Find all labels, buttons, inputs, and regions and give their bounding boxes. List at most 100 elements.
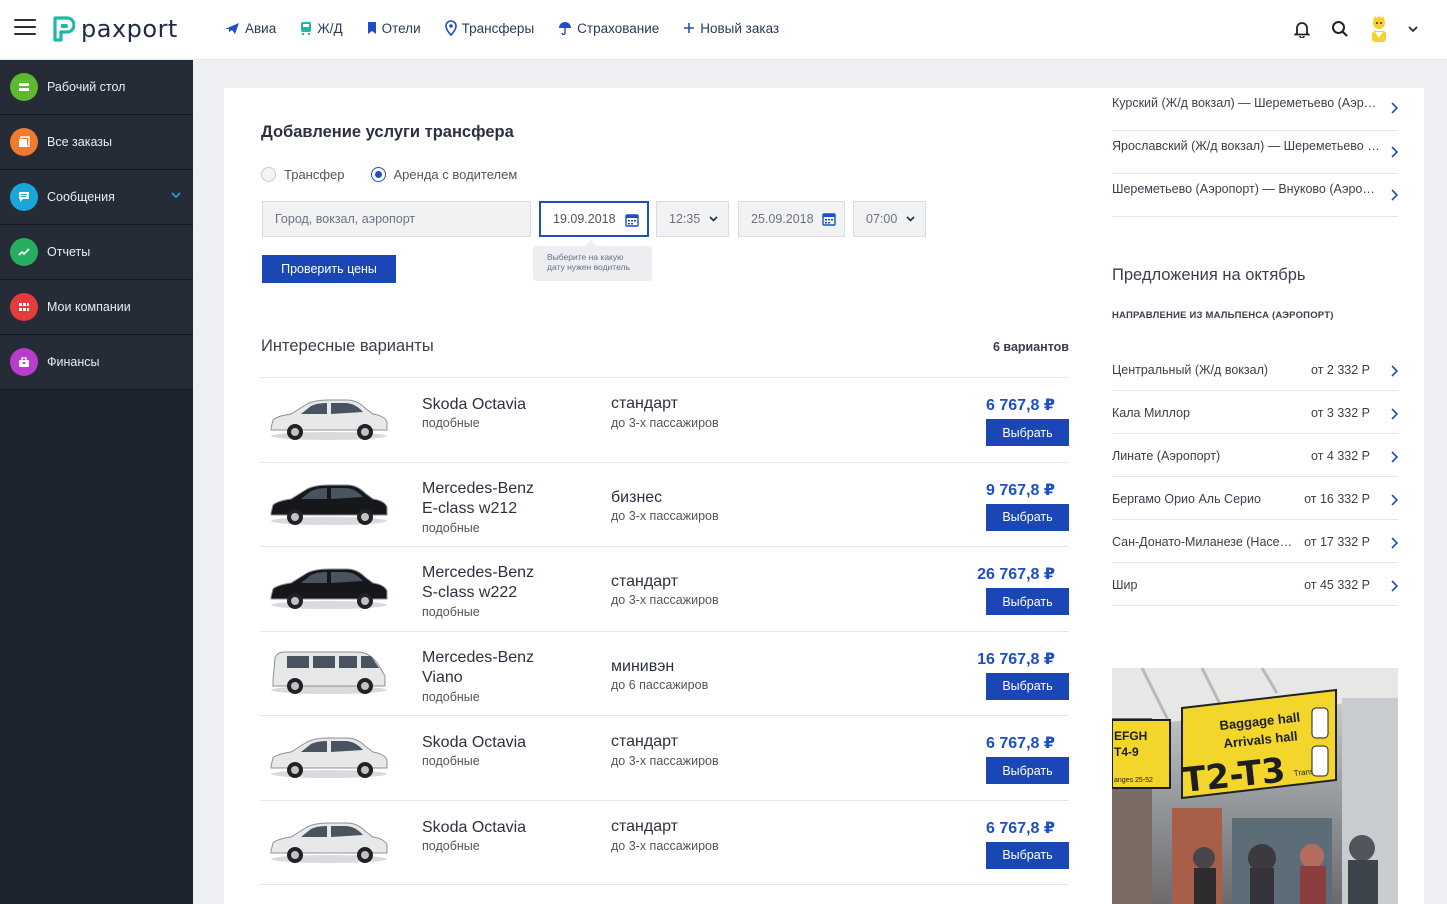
time-from-select[interactable]: 12:35 (656, 201, 729, 237)
car-image (270, 822, 388, 863)
nav-label: Страхование (577, 20, 660, 36)
chevron-right-icon (1391, 451, 1399, 463)
car-passengers: до 3-х пассажиров (611, 838, 719, 853)
chevron-right-icon (1391, 537, 1399, 549)
check-prices-button[interactable]: Проверить цены (262, 255, 396, 283)
main-card: Добавление услуги трансфера Трансфер Аре… (224, 88, 1424, 904)
bell-icon[interactable] (1291, 18, 1313, 40)
nav-train[interactable]: Ж/Д (300, 17, 343, 39)
sidebar-item-desktop[interactable]: Рабочий стол (0, 60, 193, 115)
sign-left-1: EFGH (1114, 729, 1147, 743)
variants-count: 6 вариантов (993, 340, 1069, 354)
sidebar-item-orders[interactable]: Все заказы (0, 115, 193, 170)
car-similar: подобные (422, 754, 480, 768)
place-placeholder: Город, вокзал, аэропорт (275, 212, 416, 226)
route-item[interactable]: Шереметьево (Аэропорт) — Внуково (Аэропо… (1112, 174, 1399, 217)
sidebar-item-label: Сообщения (47, 190, 115, 204)
car-image (271, 651, 387, 694)
select-button[interactable]: Выбрать (986, 757, 1069, 784)
sign-left-2: T4-9 (1114, 745, 1139, 759)
offer-name: Сан-Донато-Миланезе (Насерия) (1112, 535, 1298, 549)
offer-item[interactable]: Бергамо Орио Аль Серио от 16 332 Р (1112, 477, 1399, 520)
place-input[interactable]: Город, вокзал, аэропорт (262, 201, 531, 237)
calendar-icon[interactable] (822, 212, 836, 226)
offer-item[interactable]: Линате (Аэропорт) от 4 332 Р (1112, 434, 1399, 477)
orders-icon (10, 128, 38, 156)
avatar[interactable] (1367, 14, 1391, 44)
desktop-icon (10, 73, 38, 101)
sign-left-3: anges 25-52 (1114, 777, 1153, 784)
date-from-field[interactable]: 19.09.2018 (539, 201, 649, 237)
offer-price: от 3 332 Р (1311, 406, 1370, 420)
nav-label: Отели (381, 20, 421, 36)
offer-item[interactable]: Кала Миллор от 3 332 Р (1112, 391, 1399, 434)
chevron-right-icon (1391, 102, 1399, 114)
train-icon (301, 22, 312, 35)
sidebar-item-label: Мои компании (47, 300, 131, 314)
select-button[interactable]: Выбрать (986, 503, 1069, 531)
select-button[interactable]: Выбрать (986, 419, 1069, 446)
nav-avia[interactable]: Авиа (224, 17, 276, 39)
search-icon[interactable] (1329, 18, 1351, 40)
car-similar: подобные (422, 605, 480, 619)
offer-item[interactable]: Сан-Донато-Миланезе (Насерия) от 17 332 … (1112, 520, 1399, 563)
car-price: 16 767,8 ₽ (977, 650, 1055, 668)
offers-title: Предложения на октябрь (1112, 266, 1306, 284)
car-image (270, 737, 388, 778)
calendar-icon[interactable] (625, 213, 639, 227)
car-passengers: до 3-х пассажиров (611, 754, 719, 768)
logo[interactable]: paxport (53, 14, 178, 44)
offer-item[interactable]: Шир от 45 332 Р (1112, 563, 1399, 606)
chevron-down-icon[interactable] (171, 192, 181, 198)
time-from-value: 12:35 (669, 212, 701, 226)
main-nav: Авиа Ж/Д Отели Трансферы Страхование Нов… (224, 17, 803, 39)
radio-rent-with-driver[interactable]: Аренда с водителем (370, 167, 517, 182)
nav-hotels[interactable]: Отели (367, 17, 421, 39)
radio-label: Трансфер (284, 167, 345, 182)
car-name: Mercedes-Benz S-class w222 (422, 564, 535, 601)
offers-subtitle: НАПРАВЛЕНИЕ ИЗ МАЛЬПЕНСА (АЭРОПОРТ) (1112, 310, 1334, 321)
time-to-select[interactable]: 07:00 (853, 201, 926, 237)
chevron-right-icon (1391, 189, 1399, 201)
sidebar-item-label: Рабочий стол (47, 80, 126, 94)
chevron-down-icon (906, 216, 915, 222)
select-button[interactable]: Выбрать (986, 588, 1069, 615)
date-from-value: 19.09.2018 (553, 212, 616, 226)
route-item[interactable]: Ярославский (Ж/д вокзал) — Шереметьево (… (1112, 131, 1399, 174)
sidebar: Рабочий стол Все заказы Сообщения Отчеты… (0, 60, 193, 904)
sidebar-item-label: Финансы (47, 355, 100, 369)
chart-icon (10, 238, 38, 266)
car-class: стандарт (611, 733, 678, 750)
offer-item[interactable]: Центральный (Ж/д вокзал) от 2 332 Р (1112, 348, 1399, 391)
car-passengers: до 3-х пассажиров (611, 593, 719, 607)
chevron-down-icon[interactable] (1407, 18, 1419, 40)
menu-icon[interactable] (14, 19, 36, 37)
route-label: Курский (Ж/д вокзал) — Шереметьево (Аэро… (1112, 96, 1380, 110)
sidebar-item-reports[interactable]: Отчеты (0, 225, 193, 280)
sidebar-item-companies[interactable]: Мои компании (0, 280, 193, 335)
nav-transfers[interactable]: Трансферы (444, 17, 534, 39)
select-button[interactable]: Выбрать (986, 672, 1069, 700)
umbrella-icon (559, 22, 572, 35)
offer-price: от 16 332 Р (1304, 492, 1370, 506)
sidebar-item-finance[interactable]: Финансы (0, 335, 193, 390)
car-class: бизнес (611, 488, 663, 506)
car-class: стандарт (611, 395, 678, 412)
offer-name: Бергамо Орио Аль Серио (1112, 492, 1261, 506)
logo-text: paxport (81, 15, 178, 43)
car-similar: подобные (422, 416, 480, 430)
nav-new-order[interactable]: Новый заказ (683, 17, 779, 39)
route-label: Шереметьево (Аэропорт) — Внуково (Аэропо… (1112, 182, 1380, 196)
top-actions (1291, 14, 1419, 44)
nav-insurance[interactable]: Страхование (558, 17, 659, 39)
car-similar: подобные (422, 689, 480, 704)
route-item[interactable]: Курский (Ж/д вокзал) — Шереметьево (Аэро… (1112, 88, 1399, 131)
radio-transfer[interactable]: Трансфер (261, 167, 345, 182)
sidebar-item-messages[interactable]: Сообщения (0, 170, 193, 225)
date-to-field[interactable]: 25.09.2018 (738, 201, 845, 237)
variants-list: Skoda Octavia подобные стандарт до 3-х п… (261, 377, 1069, 885)
car-passengers: до 3-х пассажиров (611, 416, 719, 430)
routes-list: Курский (Ж/д вокзал) — Шереметьево (Аэро… (1112, 88, 1399, 217)
select-button[interactable]: Выбрать (986, 841, 1069, 869)
car-class: стандарт (611, 817, 678, 835)
